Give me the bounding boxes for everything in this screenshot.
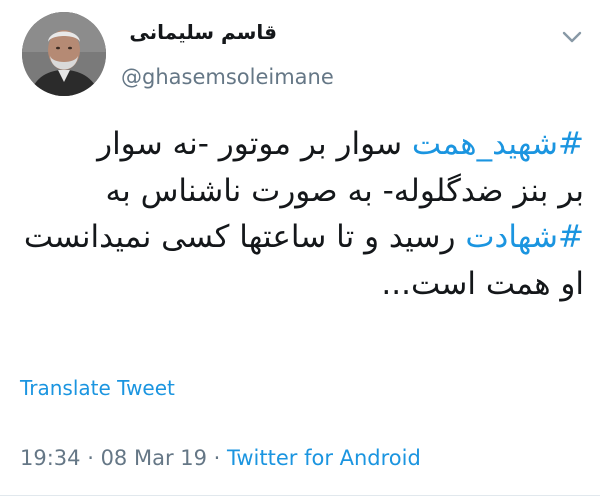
tweet-text: #شهید_همت سوار بر موتور -نه سوار بر بنز ض… [16, 121, 584, 307]
tweet-date: 08 Mar 19 [100, 446, 207, 470]
meta-separator: · [206, 446, 228, 470]
tweet-text-line: #شهادت رسید و تا ساعتها کسی نمیدانست [16, 214, 584, 261]
tweet-metadata: 19:34 · 08 Mar 19 · Twitter for Android [20, 446, 421, 470]
avatar[interactable] [22, 12, 106, 96]
display-name[interactable]: قاسم سلیمانی [121, 20, 277, 44]
bottom-divider [0, 495, 600, 496]
tweet-time: 19:34 [20, 446, 81, 470]
tweet-text-segment: او همت است... [381, 265, 584, 302]
translate-tweet-link[interactable]: Translate Tweet [20, 376, 175, 400]
tweet-text-line: بر بنز ضدگلوله- به صورت ناشناس به [16, 168, 584, 215]
tweet-card: قاسم سلیمانی @ghasemsoleimane #شهید_همت … [0, 0, 600, 500]
hashtag-link[interactable]: #شهید_همت [412, 126, 584, 162]
tweet-text-line: #شهید_همت سوار بر موتور -نه سوار [16, 121, 584, 168]
tweet-text-line: او همت است... [16, 261, 584, 308]
tweet-source-link[interactable]: Twitter for Android [227, 446, 421, 470]
meta-separator: · [80, 446, 101, 470]
tweet-text-segment: سوار بر موتور -نه سوار [97, 126, 412, 162]
profile-photo [22, 12, 106, 96]
tweet-text-segment: رسید و تا ساعتها کسی نمیدانست [23, 219, 466, 255]
user-handle[interactable]: @ghasemsoleimane [121, 65, 334, 89]
tweet-text-segment: بر بنز ضدگلوله- به صورت ناشناس به [105, 172, 584, 209]
chevron-down-icon[interactable] [559, 24, 585, 50]
hashtag-link[interactable]: #شهادت [465, 219, 584, 255]
